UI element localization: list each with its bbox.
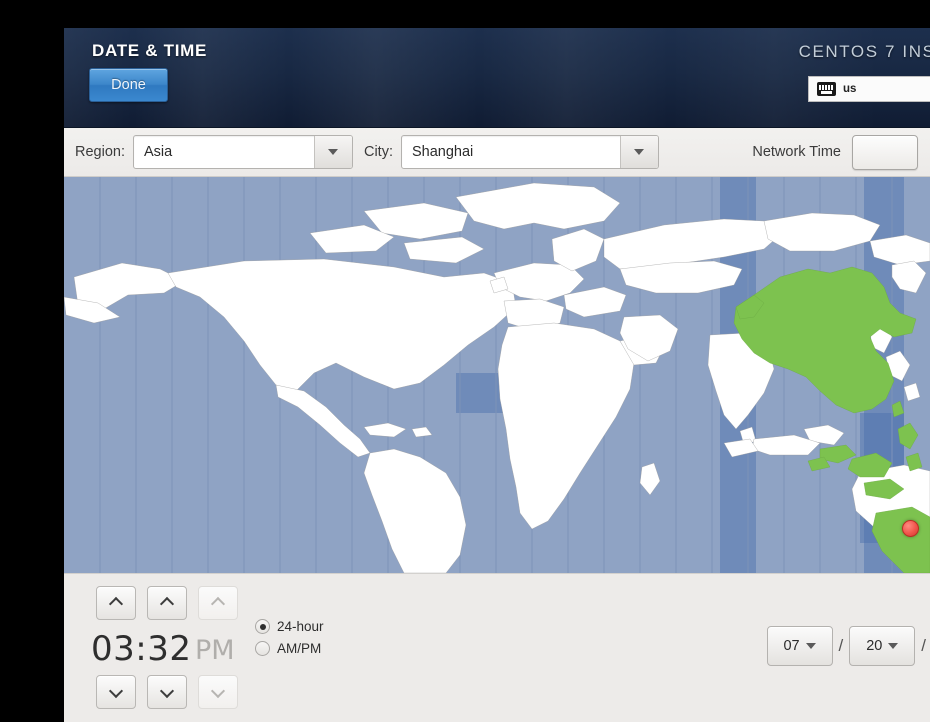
day-value: 20 — [866, 638, 883, 654]
world-timezone-map[interactable] — [64, 177, 930, 573]
month-dropdown[interactable]: 07 — [766, 626, 833, 666]
network-time-label: Network Time — [752, 144, 841, 160]
date-selector-group: 07 / 20 / — [766, 626, 930, 666]
chevron-up-icon — [212, 597, 223, 608]
selected-city-marker — [902, 520, 919, 537]
city-value: Shanghai — [411, 144, 474, 160]
region-dropdown-arrow — [313, 136, 352, 168]
page-title: DATE & TIME — [92, 41, 208, 60]
done-button[interactable]: Done — [89, 68, 168, 102]
chevron-down-icon — [888, 643, 899, 649]
hour-increment-button[interactable] — [96, 586, 136, 620]
spoke-header: DATE & TIME Done CENTOS 7 INSTALLATION u… — [64, 28, 930, 128]
radio-am-pm[interactable]: AM/PM — [255, 641, 324, 656]
chevron-down-icon — [110, 686, 121, 697]
chevron-down-icon — [634, 149, 645, 155]
radio-am-pm-label: AM/PM — [277, 641, 322, 656]
keyboard-layout-indicator[interactable]: us — [808, 76, 930, 102]
time-date-controls: 03:32 PM 24-hour AM/PM 07 / 20 / — [64, 573, 930, 721]
keyboard-icon — [817, 82, 836, 96]
city-label: City: — [363, 144, 393, 160]
radio-24-hour-label: 24-hour — [277, 619, 324, 634]
day-dropdown[interactable]: 20 — [849, 626, 916, 666]
network-time-toggle[interactable] — [852, 134, 918, 170]
month-value: 07 — [783, 638, 800, 654]
region-dropdown[interactable]: Asia — [132, 135, 353, 169]
date-time-spoke-window: DATE & TIME Done CENTOS 7 INSTALLATION u… — [64, 28, 930, 722]
region-value: Asia — [143, 144, 173, 160]
radio-button-icon — [255, 619, 270, 634]
time-format-radio-group: 24-hour AM/PM — [255, 619, 324, 663]
map-svg — [64, 177, 930, 573]
product-title: CENTOS 7 INSTALLATION — [798, 42, 930, 61]
city-dropdown-arrow — [619, 136, 658, 168]
chevron-down-icon — [161, 686, 172, 697]
chevron-down-icon — [212, 686, 223, 697]
minute-increment-button[interactable] — [147, 586, 187, 620]
date-separator: / — [838, 636, 844, 655]
time-display: 03:32 — [91, 629, 192, 669]
timezone-toolbar: Region: Asia City: Shanghai Network Time — [64, 128, 930, 177]
radio-button-icon — [255, 641, 270, 656]
minute-decrement-button[interactable] — [147, 675, 187, 709]
chevron-down-icon — [805, 643, 816, 649]
ampm-increment-button[interactable] — [198, 586, 238, 620]
ampm-decrement-button[interactable] — [198, 675, 238, 709]
region-label: Region: — [75, 144, 125, 160]
chevron-up-icon — [110, 597, 121, 608]
chevron-up-icon — [161, 597, 172, 608]
city-dropdown[interactable]: Shanghai — [400, 135, 659, 169]
keyboard-layout-label: us — [843, 83, 857, 95]
chevron-down-icon — [328, 149, 339, 155]
date-separator: / — [921, 636, 926, 655]
hour-decrement-button[interactable] — [96, 675, 136, 709]
ampm-display: PM — [195, 635, 235, 666]
radio-24-hour[interactable]: 24-hour — [255, 619, 324, 634]
